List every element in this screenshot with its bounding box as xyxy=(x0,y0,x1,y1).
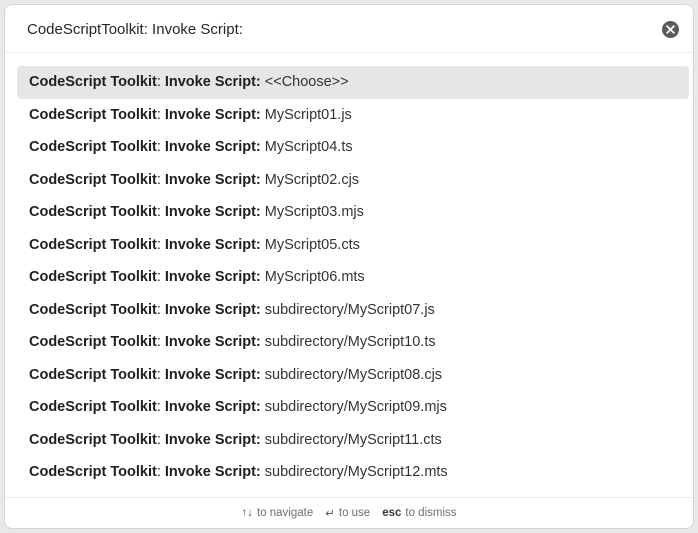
suggestion-separator: : xyxy=(255,74,261,91)
suggestion-item[interactable]: CodeScript Toolkit: Invoke Script: MyScrip… xyxy=(17,229,689,262)
suggestion-script-path: <<Choose>> xyxy=(264,74,349,91)
suggestion-separator: : xyxy=(255,399,261,416)
suggestion-separator: : xyxy=(255,334,261,351)
suggestion-separator: : xyxy=(255,301,261,318)
suggestion-script-path: subdirectory/MyScript10.ts xyxy=(264,334,436,351)
close-circle-icon xyxy=(666,25,675,34)
suggestion-separator: : xyxy=(255,431,261,448)
hint-navigate-label: to navigate xyxy=(256,507,314,519)
suggestion-separator: : xyxy=(156,74,161,91)
suggestion-list: CodeScript Toolkit: Invoke Script: <<Choos… xyxy=(17,66,689,489)
suggestion-plugin-name: CodeScript Toolkit xyxy=(29,431,157,448)
suggestion-separator: : xyxy=(156,269,161,286)
suggestion-plugin-name: CodeScript Toolkit xyxy=(29,366,157,383)
hint-dismiss: esc to dismiss xyxy=(382,507,456,519)
suggestion-command-name: Invoke Script xyxy=(164,204,256,221)
suggestion-command-name: Invoke Script xyxy=(164,366,256,383)
suggestion-separator: : xyxy=(156,334,161,351)
suggestion-item[interactable]: CodeScript Toolkit: Invoke Script: <<Choos… xyxy=(17,66,689,99)
suggestion-separator: : xyxy=(255,366,261,383)
suggestion-script-path: subdirectory/MyScript09.mjs xyxy=(264,399,447,416)
suggestion-script-path: MyScript01.js xyxy=(264,106,352,123)
suggestion-command-name: Invoke Script xyxy=(164,74,256,91)
hint-use: ↵ to use xyxy=(325,506,370,520)
suggestion-item[interactable]: CodeScript Toolkit: Invoke Script: subdire… xyxy=(17,456,689,489)
prompt-input[interactable] xyxy=(27,5,647,53)
clear-button[interactable] xyxy=(662,21,679,38)
suggestion-separator: : xyxy=(255,171,261,188)
suggestion-command-name: Invoke Script xyxy=(164,399,256,416)
suggestion-command-name: Invoke Script xyxy=(164,431,256,448)
suggestion-plugin-name: CodeScript Toolkit xyxy=(29,139,157,156)
enter-key-icon: ↵ xyxy=(325,508,335,520)
suggestion-separator: : xyxy=(255,269,261,286)
suggestion-script-path: subdirectory/MyScript08.cjs xyxy=(264,366,443,383)
suggestion-separator: : xyxy=(156,464,161,481)
suggestion-plugin-name: CodeScript Toolkit xyxy=(29,399,157,416)
suggestion-item[interactable]: CodeScript Toolkit: Invoke Script: MyScrip… xyxy=(17,196,689,229)
suggestion-plugin-name: CodeScript Toolkit xyxy=(29,464,157,481)
suggestion-script-path: MyScript02.cjs xyxy=(264,171,360,188)
prompt-row xyxy=(5,5,693,53)
esc-key: esc xyxy=(382,507,402,519)
suggestion-command-name: Invoke Script xyxy=(164,301,256,318)
suggestion-script-path: subdirectory/MyScript12.mts xyxy=(264,464,448,481)
suggestion-item[interactable]: CodeScript Toolkit: Invoke Script: MyScrip… xyxy=(17,164,689,197)
suggestion-separator: : xyxy=(156,139,161,156)
suggestion-plugin-name: CodeScript Toolkit xyxy=(29,269,157,286)
suggestion-separator: : xyxy=(156,399,161,416)
suggestion-plugin-name: CodeScript Toolkit xyxy=(29,301,157,318)
suggestion-command-name: Invoke Script xyxy=(164,139,256,156)
suggestion-separator: : xyxy=(255,139,261,156)
suggestion-script-path: MyScript03.mjs xyxy=(264,204,364,221)
hint-navigate: ↑↓ to navigate xyxy=(241,507,313,519)
suggestion-plugin-name: CodeScript Toolkit xyxy=(29,171,157,188)
instructions-footer: ↑↓ to navigate ↵ to use esc to dismiss xyxy=(5,497,693,528)
suggestion-item[interactable]: CodeScript Toolkit: Invoke Script: MyScrip… xyxy=(17,261,689,294)
suggestion-plugin-name: CodeScript Toolkit xyxy=(29,236,157,253)
suggestion-script-path: MyScript04.ts xyxy=(264,139,353,156)
suggestion-command-name: Invoke Script xyxy=(164,334,256,351)
suggestion-separator: : xyxy=(255,106,261,123)
suggestion-item[interactable]: CodeScript Toolkit: Invoke Script: subdire… xyxy=(17,424,689,457)
suggestion-command-name: Invoke Script xyxy=(164,464,256,481)
suggestion-command-name: Invoke Script xyxy=(164,236,256,253)
suggestion-command-name: Invoke Script xyxy=(164,269,256,286)
suggestion-command-name: Invoke Script xyxy=(164,106,256,123)
suggestion-script-path: MyScript05.cts xyxy=(264,236,360,253)
suggestion-plugin-name: CodeScript Toolkit xyxy=(29,74,157,91)
arrow-keys-icon: ↑↓ xyxy=(241,507,253,519)
suggestion-separator: : xyxy=(156,106,161,123)
suggestion-plugin-name: CodeScript Toolkit xyxy=(29,204,157,221)
suggestion-item[interactable]: CodeScript Toolkit: Invoke Script: subdire… xyxy=(17,391,689,424)
suggestion-separator: : xyxy=(156,301,161,318)
suggestion-separator: : xyxy=(156,204,161,221)
suggestion-separator: : xyxy=(156,171,161,188)
suggestion-separator: : xyxy=(156,431,161,448)
hint-use-label: to use xyxy=(338,507,371,519)
suggestion-item[interactable]: CodeScript Toolkit: Invoke Script: MyScrip… xyxy=(17,99,689,132)
suggestion-plugin-name: CodeScript Toolkit xyxy=(29,334,157,351)
suggestion-item[interactable]: CodeScript Toolkit: Invoke Script: MyScrip… xyxy=(17,131,689,164)
suggestion-separator: : xyxy=(255,204,261,221)
suggestion-script-path: subdirectory/MyScript07.js xyxy=(264,301,435,318)
hint-dismiss-label: to dismiss xyxy=(405,507,457,519)
suggestion-separator: : xyxy=(255,236,261,253)
suggestion-script-path: subdirectory/MyScript11.cts xyxy=(264,431,442,448)
suggestion-separator: : xyxy=(255,464,261,481)
suggestion-item[interactable]: CodeScript Toolkit: Invoke Script: subdire… xyxy=(17,326,689,359)
suggestion-separator: : xyxy=(156,366,161,383)
suggestion-item[interactable]: CodeScript Toolkit: Invoke Script: subdire… xyxy=(17,294,689,327)
suggestion-separator: : xyxy=(156,236,161,253)
command-palette-modal: CodeScript Toolkit:Invoke Script:<<Choos… xyxy=(4,4,694,529)
suggestion-plugin-name: CodeScript Toolkit xyxy=(29,106,157,123)
suggestion-command-name: Invoke Script xyxy=(164,171,256,188)
suggestion-item[interactable]: CodeScript Toolkit: Invoke Script: subdire… xyxy=(17,359,689,392)
suggestion-script-path: MyScript06.mts xyxy=(264,269,365,286)
